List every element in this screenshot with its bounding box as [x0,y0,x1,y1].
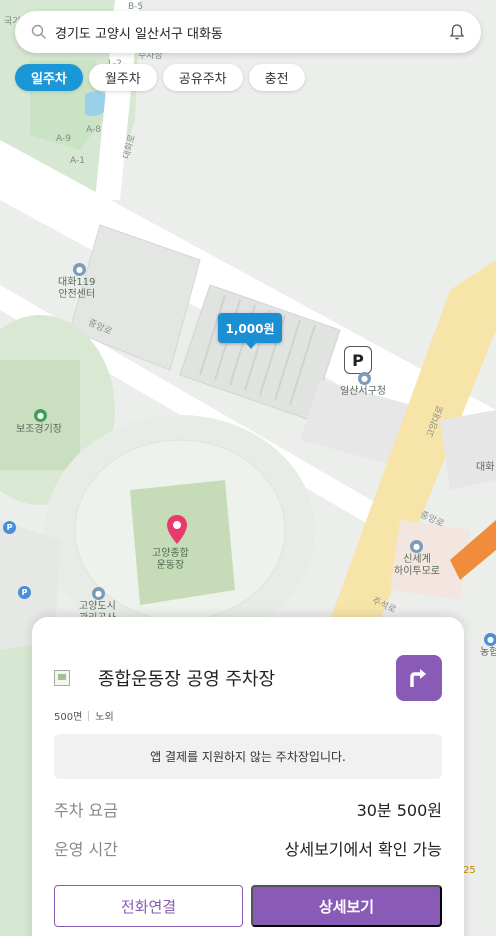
directions-button[interactable] [396,655,442,701]
map-label-aux-stadium[interactable]: 보조경기장 [16,424,62,436]
fee-row: 주차 요금 30분 500원 [54,797,442,821]
fee-value: 30분 500원 [356,801,442,820]
map-label-a8: A-8 [86,125,101,135]
meta-divider [88,710,90,721]
parking-poi-icon: P [3,521,16,534]
fire-station-icon: ● [73,263,86,276]
sheet-header: 종합운동장 공영 주차장 [54,655,442,701]
parking-detail-sheet: 종합운동장 공영 주차장 500면 노외 앱 결제를 지원하지 않는 주차장입니… [32,617,464,936]
map-label-district-office[interactable]: 일산서구청 [340,386,386,398]
lot-meta: 500면 노외 [54,708,114,723]
filter-chips: 일주차 월주차 공유주차 충전 [15,64,305,91]
map-label-a9: A-9 [56,134,71,144]
lot-name: 종합운동장 공영 주차장 [98,669,276,690]
detail-button[interactable]: 상세보기 [251,885,442,927]
chip-charging[interactable]: 충전 [248,64,305,91]
search-bar[interactable]: 경기도 고양시 일산서구 대화동 [15,11,481,53]
map-label-daehwa: 대화 [476,462,495,473]
office-icon: ● [92,587,105,600]
map-label-stadium[interactable]: 고양종합 운동장 [152,548,189,572]
price-marker[interactable]: 1,000원 [218,313,282,349]
action-buttons: 전화연결 상세보기 [54,885,442,927]
hours-value: 상세보기에서 확인 가능 [284,840,442,859]
call-button[interactable]: 전화연결 [54,885,243,927]
chip-monthly[interactable]: 월주차 [88,64,157,91]
bell-icon[interactable] [447,22,467,42]
stadium-icon: ● [34,409,47,422]
shop-icon: ● [410,540,423,553]
government-icon: ● [358,372,371,385]
payment-notice: 앱 결제를 지원하지 않는 주차장입니다. [54,734,442,779]
turn-right-arrow-icon [410,669,426,687]
map-label-nonghyup: 농협 [480,647,496,658]
map-label-a1: A-1 [70,156,85,166]
hours-label: 운영 시간 [54,840,118,859]
hours-row: 운영 시간 상세보기에서 확인 가능 [54,836,442,860]
location-pin-icon[interactable] [165,514,189,548]
map-label-25: 25 [463,865,476,876]
search-address[interactable]: 경기도 고양시 일산서구 대화동 [55,23,447,42]
chip-shared[interactable]: 공유주차 [162,64,243,91]
parking-marker[interactable]: P [344,346,372,374]
map-label-fire-station[interactable]: 대화119 안전센터 [58,277,96,301]
map-label-shinsegae[interactable]: 신세계 하이투모로 [394,554,440,578]
parking-poi-icon: P [18,586,31,599]
bank-icon: ● [484,633,496,646]
fee-label: 주차 요금 [54,801,118,820]
lot-spaces: 500면 [54,712,83,723]
parking-image-icon [54,670,70,686]
lot-type: 노외 [95,712,114,723]
chip-daily[interactable]: 일주차 [15,64,83,91]
search-icon [31,24,47,40]
